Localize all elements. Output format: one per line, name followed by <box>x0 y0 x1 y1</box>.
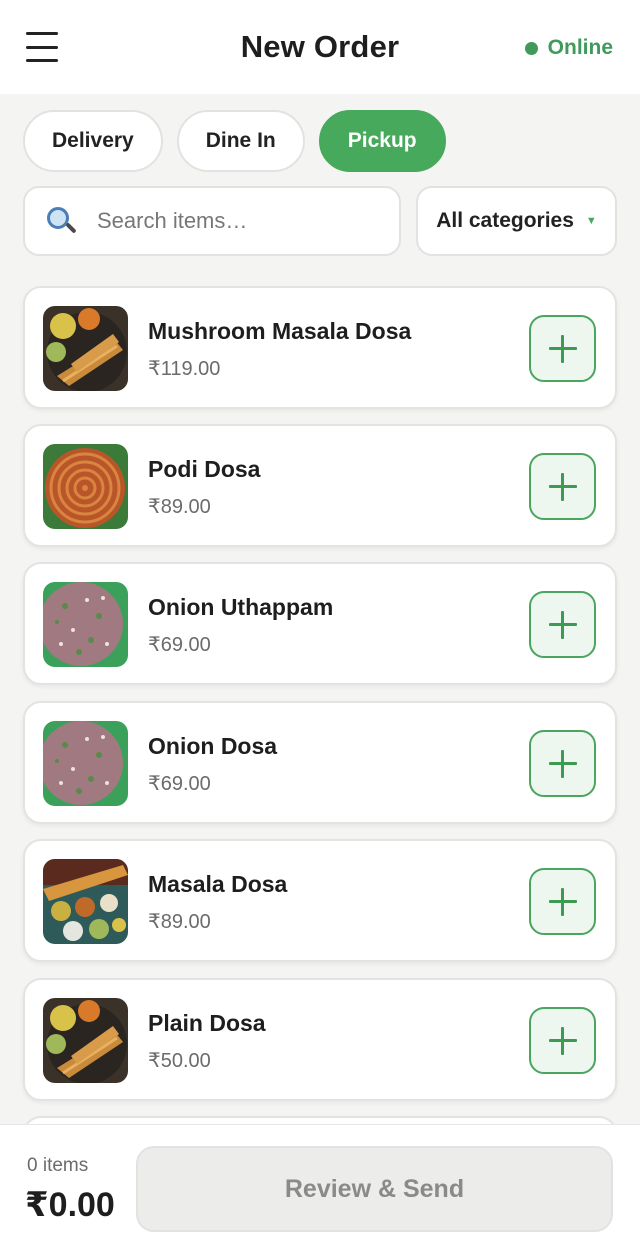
plus-icon <box>548 472 577 501</box>
item-price: ₹89.00 <box>148 496 211 518</box>
item-name: Plain Dosa <box>148 1010 266 1036</box>
cart-item-count: 0 items <box>27 1155 89 1176</box>
menu-item-card: Podi Dosa ₹89.00 <box>23 424 617 547</box>
tab-dine-in[interactable]: Dine In <box>176 110 305 172</box>
status-indicator: Online <box>524 36 613 60</box>
item-price: ₹89.00 <box>148 911 211 933</box>
food-image-podi-dosa <box>43 444 128 529</box>
plus-icon <box>548 610 577 639</box>
hamburger-menu-icon[interactable] <box>26 32 58 62</box>
add-item-button[interactable] <box>529 868 596 935</box>
menu-item-card-partial <box>23 1116 617 1124</box>
item-name: Onion Uthappam <box>148 594 334 620</box>
food-image-dosa-plate <box>43 306 128 391</box>
item-price: ₹50.00 <box>148 1050 211 1072</box>
menu-item-card: Onion Dosa ₹69.00 <box>23 701 617 824</box>
plus-icon <box>548 887 577 916</box>
search-input[interactable] <box>97 208 377 234</box>
online-dot-icon <box>524 41 538 55</box>
food-image-uthappam <box>43 582 128 667</box>
food-image-dosa-plate <box>43 998 128 1083</box>
app-header: New Order Online <box>0 0 640 94</box>
cart-footer: 0 items ₹0.00 Review & Send <box>0 1124 640 1252</box>
search-box <box>23 186 401 256</box>
menu-item-card: Masala Dosa ₹89.00 <box>23 839 617 962</box>
category-selected-label: All categories <box>436 209 574 232</box>
page-title: New Order <box>240 29 400 64</box>
review-send-button[interactable]: Review & Send <box>136 1146 613 1232</box>
item-price: ₹119.00 <box>148 358 221 380</box>
search-icon <box>45 205 77 237</box>
item-price: ₹69.00 <box>148 634 211 656</box>
item-price: ₹69.00 <box>148 773 211 795</box>
plus-icon <box>548 749 577 778</box>
tab-delivery[interactable]: Delivery <box>23 110 163 172</box>
add-item-button[interactable] <box>529 591 596 658</box>
tab-pickup[interactable]: Pickup <box>318 110 446 172</box>
plus-icon <box>548 334 577 363</box>
chevron-down-icon: ▼ <box>585 215 597 227</box>
item-name: Mushroom Masala Dosa <box>148 318 412 344</box>
category-dropdown[interactable]: All categories ▼ <box>416 186 617 256</box>
add-item-button[interactable] <box>529 315 596 382</box>
item-name: Masala Dosa <box>148 871 288 897</box>
cart-total: ₹0.00 <box>25 1186 115 1224</box>
menu-item-list[interactable]: Mushroom Masala Dosa ₹119.00 Podi Dosa ₹… <box>0 286 640 1124</box>
order-type-tabs: Delivery Dine In Pickup <box>23 110 446 172</box>
menu-item-card: Plain Dosa ₹50.00 <box>23 978 617 1101</box>
item-name: Onion Dosa <box>148 733 278 759</box>
item-name: Podi Dosa <box>148 456 261 482</box>
food-image-masala-platter <box>43 859 128 944</box>
add-item-button[interactable] <box>529 1007 596 1074</box>
menu-item-card: Mushroom Masala Dosa ₹119.00 <box>23 286 617 409</box>
add-item-button[interactable] <box>529 730 596 797</box>
food-image-uthappam <box>43 721 128 806</box>
plus-icon <box>548 1026 577 1055</box>
status-label: Online <box>547 36 613 59</box>
menu-item-card: Onion Uthappam ₹69.00 <box>23 562 617 685</box>
add-item-button[interactable] <box>529 453 596 520</box>
